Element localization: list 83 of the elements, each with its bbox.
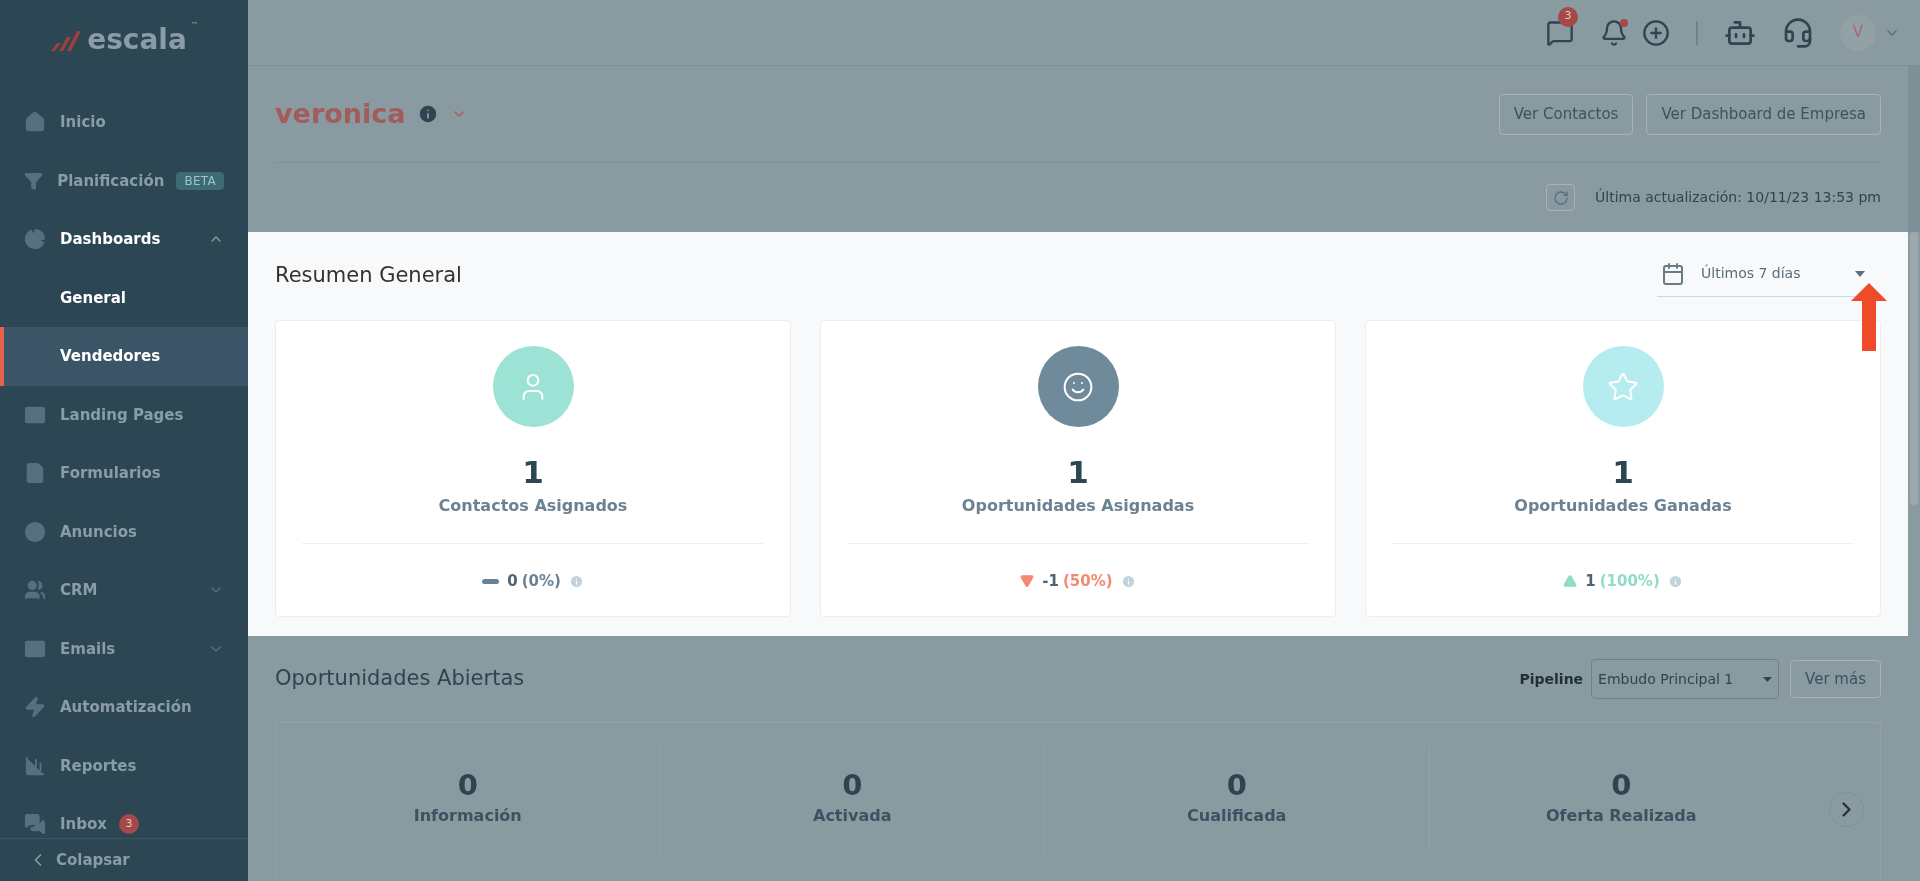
stat-label: Contactos Asignados: [438, 495, 628, 517]
collapse-button[interactable]: Colapsar: [0, 838, 248, 881]
add-icon[interactable]: [1642, 18, 1670, 47]
stat-label: Oportunidades Asignadas: [961, 495, 1195, 517]
stage-value: 0: [842, 771, 863, 800]
sidebar-label: CRM: [60, 580, 98, 601]
stage-value: 0: [457, 771, 478, 800]
stage-label: Oferta Realizada: [1545, 805, 1697, 827]
trend-value: -1: [1042, 571, 1059, 592]
sidebar-item[interactable]: Emails: [0, 619, 248, 678]
trend-value: 0: [507, 571, 518, 592]
pipeline-label: Pipeline: [1519, 669, 1584, 689]
stat-value: 1: [1612, 457, 1634, 488]
smiley-icon: [1062, 370, 1094, 403]
sidebar-label: Automatización: [60, 697, 192, 718]
user-name: veronica: [275, 96, 406, 131]
pipeline-select[interactable]: Embudo Principal 1: [1591, 659, 1780, 699]
section-title: Resumen General: [275, 262, 462, 290]
sidebar-label: Formularios: [60, 463, 161, 484]
calendar-icon: [1661, 261, 1685, 286]
logo-text: escala: [87, 22, 187, 58]
stage-value: 0: [1611, 771, 1632, 800]
stat-value: 1: [1067, 457, 1089, 488]
stat-value: 1: [522, 457, 544, 488]
sidebar-label: Planificación: [57, 170, 165, 192]
sidebar-item[interactable]: Dashboards: [0, 210, 248, 269]
chevron-right-icon: [1842, 801, 1851, 817]
scrollbar-thumb[interactable]: [1910, 232, 1918, 505]
chat-icon[interactable]: [1546, 18, 1574, 47]
stage-label: Información: [413, 805, 522, 827]
sidebar-label: Emails: [60, 638, 116, 660]
trend-percent: (0%): [521, 571, 561, 592]
trend-percent: (50%): [1063, 571, 1113, 592]
sidebar-item[interactable]: Formularios: [0, 444, 248, 503]
count-badge: 3: [119, 814, 139, 835]
sidebar-label: Landing Pages: [60, 404, 184, 426]
sidebar-item[interactable]: Anuncios: [0, 502, 248, 561]
chat-icon: [24, 813, 46, 836]
chat-count-badge: 3: [1558, 6, 1578, 27]
sidebar-label: Inbox: [60, 814, 107, 835]
sidebar-item[interactable]: Automatización: [0, 678, 248, 737]
header-button[interactable]: Ver Contactos: [1498, 93, 1634, 135]
sidebar-label: Vendedores: [60, 346, 161, 367]
arrow-up-icon: [1851, 283, 1887, 351]
support-icon[interactable]: [1782, 16, 1814, 49]
refresh-icon: [1552, 189, 1569, 206]
sidebar-item[interactable]: Vendedores: [0, 327, 248, 386]
sidebar-item[interactable]: Landing Pages: [0, 385, 248, 444]
stage-label: Activada: [813, 805, 892, 827]
people-icon: [24, 579, 46, 602]
stat-label: Oportunidades Ganadas: [1514, 495, 1732, 517]
bell-icon[interactable]: [1600, 18, 1628, 47]
info-icon[interactable]: [417, 103, 440, 125]
home-icon: [24, 111, 46, 134]
see-more-button[interactable]: Ver más: [1790, 660, 1881, 698]
document-icon: [24, 462, 46, 485]
sidebar-item[interactable]: General: [0, 268, 248, 327]
caret-icon: [1855, 270, 1865, 277]
beta-badge: BETA: [176, 171, 224, 190]
sidebar-item[interactable]: CRM: [0, 561, 248, 620]
pie-chart-icon: [24, 228, 46, 251]
logo-icon: [49, 29, 84, 51]
sidebar-label: Anuncios: [60, 521, 137, 543]
star-icon: [1607, 370, 1639, 403]
last-update-text: Última actualización: 10/11/23 13:53 pm: [1595, 187, 1881, 207]
trend-value: 1: [1585, 571, 1596, 592]
refresh-button[interactable]: [1546, 184, 1576, 211]
sidebar-item[interactable]: Reportes: [0, 736, 248, 795]
stage-label: Cualificada: [1187, 805, 1287, 827]
lightning-icon: [24, 696, 46, 719]
caret-icon: [1763, 676, 1773, 682]
sidebar-item[interactable]: Inicio: [0, 93, 248, 152]
sidebar-item[interactable]: Planificación BETA: [0, 151, 248, 210]
sidebar-label: Reportes: [60, 755, 137, 777]
trend-percent: (100%): [1599, 571, 1660, 592]
sidebar-label: Dashboards: [60, 229, 161, 250]
sidebar-item[interactable]: Inbox 3: [0, 795, 248, 838]
section-title: Oportunidades Abiertas: [275, 665, 525, 693]
header-button[interactable]: Ver Dashboard de Empresa: [1646, 93, 1881, 135]
trademark-mark: ™: [190, 20, 199, 32]
sidebar-label: Inicio: [60, 112, 106, 133]
sidebar-label: General: [60, 287, 126, 309]
stage-value: 0: [1226, 771, 1247, 800]
